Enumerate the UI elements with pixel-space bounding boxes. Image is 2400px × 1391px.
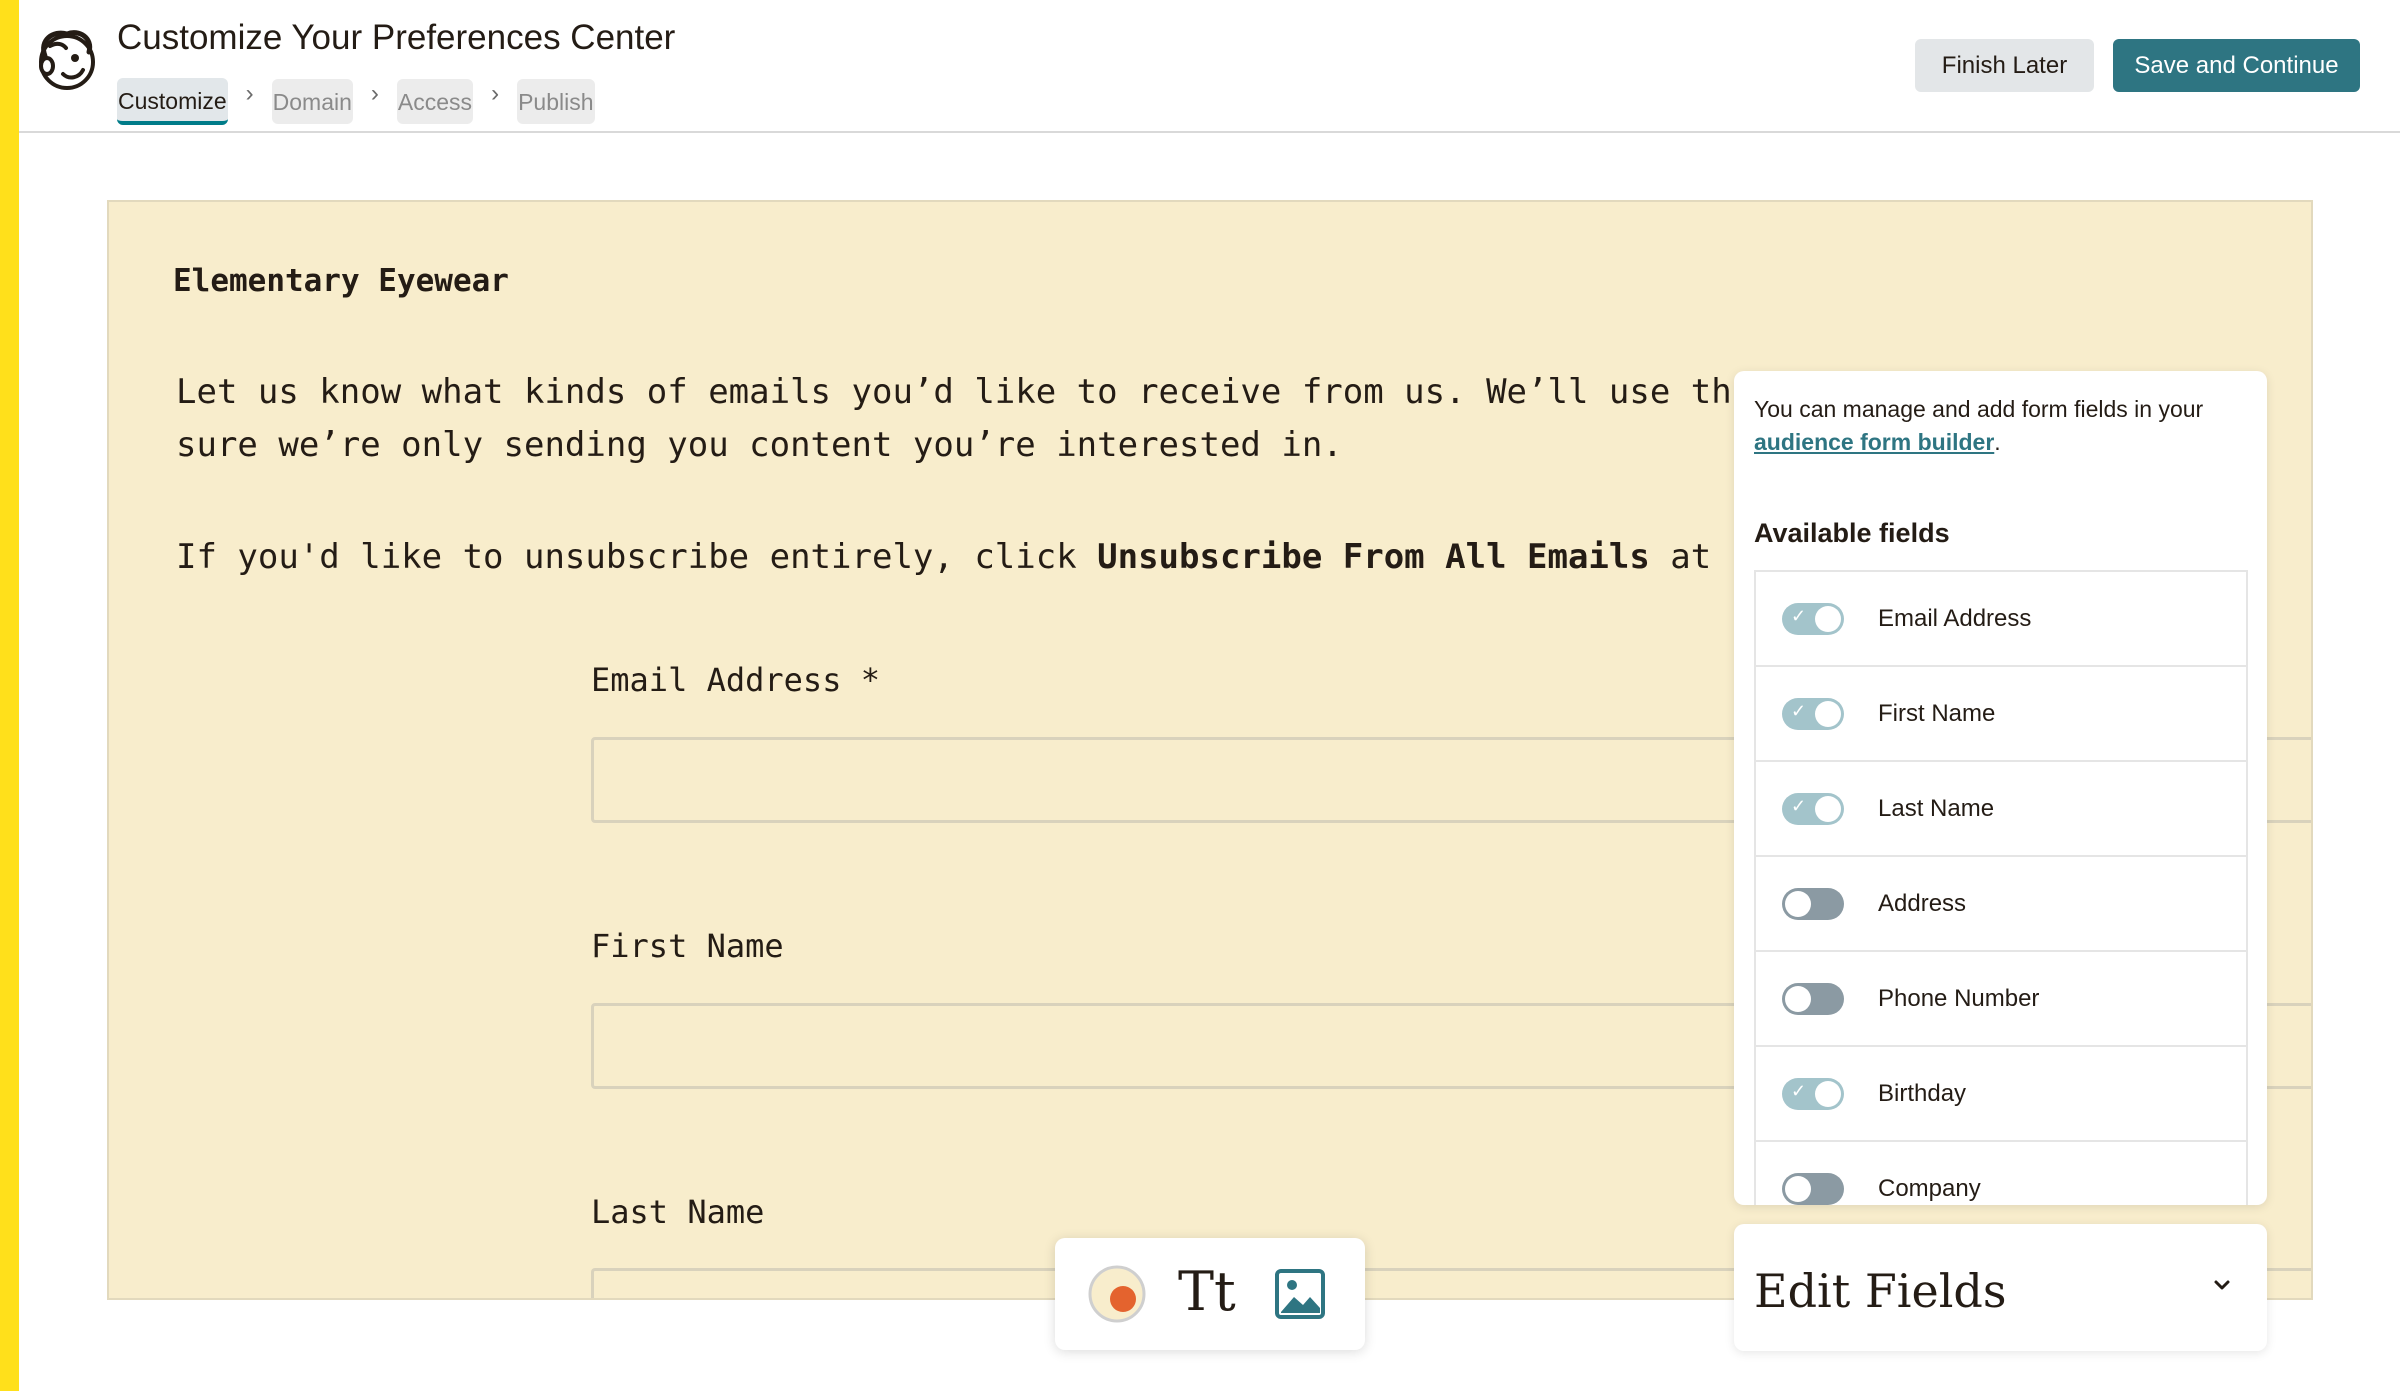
step-domain[interactable]: Domain — [271, 79, 353, 124]
field-toggle[interactable] — [1782, 982, 1844, 1015]
field-toggle[interactable] — [1782, 1172, 1844, 1205]
email-field-label: Email Address * — [591, 661, 880, 699]
toggle-knob — [1815, 605, 1841, 632]
field-row: ✓ First Name — [1756, 667, 2246, 762]
unsub-suffix: at — [1649, 537, 1712, 577]
step-customize[interactable]: Customize — [117, 78, 228, 125]
toggle-knob — [1815, 1080, 1841, 1107]
field-row: ✓ Birthday — [1756, 1047, 2246, 1142]
chevron-right-icon: › — [245, 79, 254, 107]
fields-panel: You can manage and add form fields in yo… — [1734, 371, 2267, 1205]
field-toggle[interactable]: ✓ — [1782, 1077, 1844, 1110]
last-name-label: Last Name — [591, 1193, 765, 1231]
field-toggle[interactable]: ✓ — [1782, 792, 1844, 825]
field-row: Phone Number — [1756, 952, 2246, 1047]
intro-line: sure we’re only sending you content you’… — [176, 425, 1343, 465]
chevron-down-icon[interactable] — [2207, 1270, 2237, 1300]
field-row: Address — [1756, 857, 2246, 952]
audience-form-builder-link[interactable]: audience form builder — [1754, 429, 1994, 455]
panel-note-text: You can manage and add form fields in yo… — [1754, 396, 2204, 422]
step-publish[interactable]: Publish — [517, 79, 595, 124]
field-name: Address — [1878, 889, 1967, 917]
field-name: First Name — [1878, 699, 1996, 727]
field-row: Company — [1756, 1142, 2246, 1205]
available-fields-title: Available fields — [1754, 518, 1950, 548]
color-picker-icon[interactable] — [1087, 1264, 1147, 1324]
toggle-knob — [1815, 700, 1841, 727]
available-fields-list: ✓ Email Address ✓ First Name ✓ Last Name Addre… — [1754, 570, 2248, 1205]
chevron-right-icon: › — [370, 79, 379, 107]
toggle-knob — [1785, 1175, 1811, 1202]
field-name: Last Name — [1878, 794, 1995, 822]
field-name: Phone Number — [1878, 984, 2040, 1012]
page-title: Customize Your Preferences Center — [117, 18, 676, 57]
unsub-prefix: If you'd like to unsubscribe entirely, c… — [176, 537, 1098, 577]
toggle-knob — [1815, 795, 1841, 822]
check-icon: ✓ — [1791, 795, 1807, 816]
field-toggle[interactable]: ✓ — [1782, 602, 1844, 635]
save-and-continue-button[interactable]: Save and Continue — [2113, 39, 2360, 92]
check-icon: ✓ — [1791, 1080, 1807, 1101]
step-breadcrumb: Customize › Domain › Access › Publish — [117, 78, 595, 125]
field-row: ✓ Last Name — [1756, 762, 2246, 857]
field-name: Birthday — [1878, 1079, 1967, 1107]
mailchimp-freddie-icon[interactable] — [33, 26, 99, 94]
unsub-bold: Unsubscribe From All Emails — [1097, 537, 1650, 577]
panel-note-end: . — [1994, 429, 2001, 455]
style-toolbar: Tt — [1055, 1238, 1365, 1350]
text-style-icon[interactable]: Tt — [1178, 1262, 1236, 1322]
brand-stripe — [0, 0, 19, 1391]
toggle-knob — [1785, 985, 1811, 1012]
step-access[interactable]: Access — [396, 79, 474, 124]
field-toggle[interactable]: ✓ — [1782, 697, 1844, 730]
edit-fields-card[interactable]: Edit Fields — [1734, 1224, 2267, 1351]
unsubscribe-text[interactable]: If you'd like to unsubscribe entirely, c… — [176, 537, 1711, 577]
field-row: ✓ Email Address — [1756, 572, 2246, 667]
check-icon: ✓ — [1791, 605, 1807, 626]
edit-fields-title: Edit Fields — [1754, 1264, 2007, 1318]
intro-text[interactable]: Let us know what kinds of emails you’d l… — [176, 366, 1732, 472]
top-header: Customize Your Preferences Center Custom… — [19, 0, 2400, 133]
intro-line: Let us know what kinds of emails you’d l… — [176, 372, 1732, 412]
first-name-label: First Name — [591, 927, 784, 965]
field-name: Email Address — [1878, 604, 2032, 632]
toggle-knob — [1785, 890, 1811, 917]
field-name: Company — [1878, 1174, 1981, 1202]
field-toggle[interactable] — [1782, 887, 1844, 920]
brand-name[interactable]: Elementary Eyewear — [173, 263, 509, 299]
finish-later-button[interactable]: Finish Later — [1915, 39, 2094, 92]
image-icon[interactable] — [1274, 1268, 1326, 1320]
chevron-right-icon: › — [491, 79, 500, 107]
panel-note: You can manage and add form fields in yo… — [1754, 393, 2254, 459]
check-icon: ✓ — [1791, 700, 1807, 721]
